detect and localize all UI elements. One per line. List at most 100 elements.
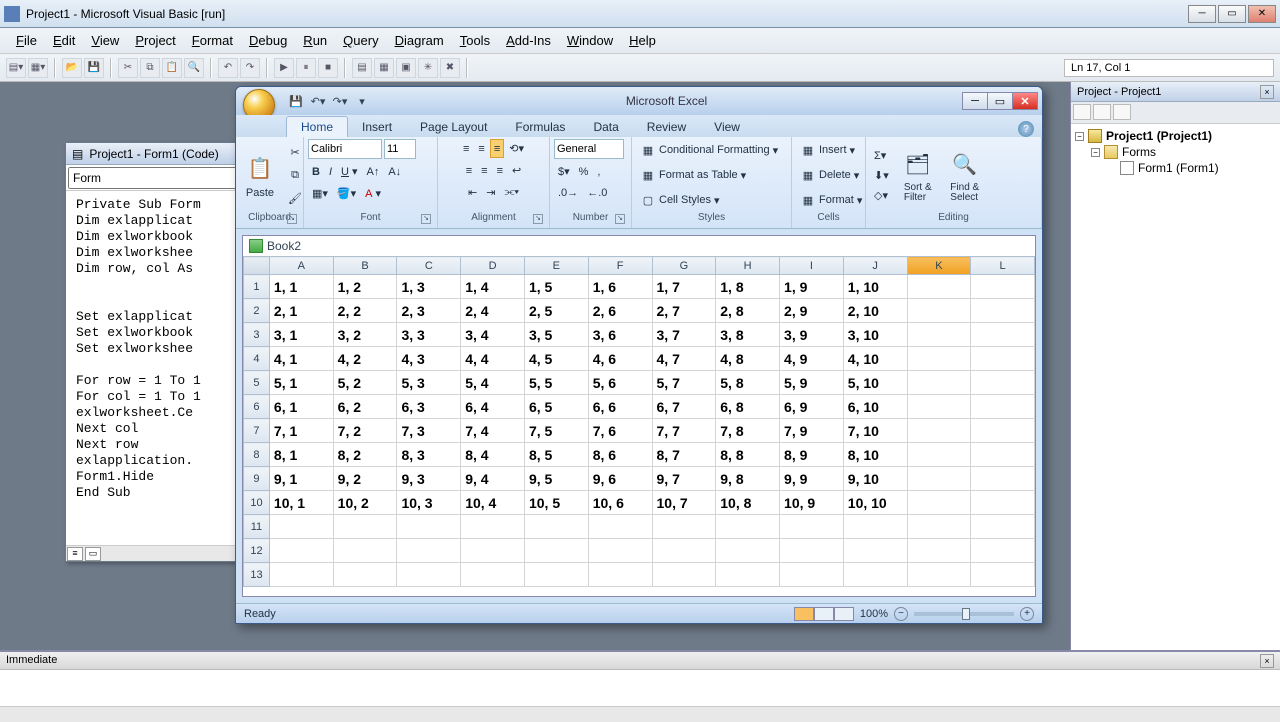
select-all-corner[interactable] (244, 257, 270, 275)
spreadsheet-grid[interactable]: ABCDEFGHIJKL11, 11, 21, 31, 41, 51, 61, … (243, 256, 1035, 596)
tab-review[interactable]: Review (633, 117, 700, 137)
menu-file[interactable]: File (8, 31, 45, 50)
row-header-12[interactable]: 12 (244, 539, 270, 563)
cell-E2[interactable]: 2, 5 (524, 299, 588, 323)
cell-L5[interactable] (971, 371, 1035, 395)
cell-H11[interactable] (716, 515, 780, 539)
cell-A1[interactable]: 1, 1 (269, 275, 333, 299)
qat-undo-button[interactable]: ↶▾ (310, 93, 326, 109)
column-header-L[interactable]: L (971, 257, 1035, 275)
cell-A8[interactable]: 8, 1 (269, 443, 333, 467)
cell-A2[interactable]: 2, 1 (269, 299, 333, 323)
cell-B11[interactable] (333, 515, 397, 539)
percent-button[interactable]: % (575, 162, 593, 181)
cell-B3[interactable]: 3, 2 (333, 323, 397, 347)
cell-B13[interactable] (333, 563, 397, 587)
paste-button[interactable]: 📋 (162, 58, 182, 78)
cell-I8[interactable]: 8, 9 (780, 443, 844, 467)
cell-E13[interactable] (524, 563, 588, 587)
align-bottom-button[interactable]: ≡ (490, 139, 504, 158)
currency-button[interactable]: $▾ (554, 162, 574, 181)
cell-I5[interactable]: 5, 9 (780, 371, 844, 395)
tree-project[interactable]: − Project1 (Project1) (1075, 128, 1276, 144)
cell-B6[interactable]: 6, 2 (333, 395, 397, 419)
row-header-6[interactable]: 6 (244, 395, 270, 419)
cell-B7[interactable]: 7, 2 (333, 419, 397, 443)
cell-K4[interactable] (907, 347, 971, 371)
orientation-button[interactable]: ⟲▾ (505, 139, 528, 158)
cell-L10[interactable] (971, 491, 1035, 515)
project-explorer-button[interactable]: ▤ (352, 58, 372, 78)
tab-formulas[interactable]: Formulas (501, 117, 579, 137)
cell-K1[interactable] (907, 275, 971, 299)
cell-B12[interactable] (333, 539, 397, 563)
cell-F11[interactable] (588, 515, 652, 539)
open-button[interactable]: 📂 (62, 58, 82, 78)
cell-C6[interactable]: 6, 3 (397, 395, 461, 419)
cell-E10[interactable]: 10, 5 (524, 491, 588, 515)
cell-G10[interactable]: 10, 7 (652, 491, 716, 515)
cell-H10[interactable]: 10, 8 (716, 491, 780, 515)
format-as-table-button[interactable]: ▦Format as Table▾ (636, 164, 750, 186)
cell-K9[interactable] (907, 467, 971, 491)
cell-E4[interactable]: 4, 5 (524, 347, 588, 371)
borders-button[interactable]: ▦▾ (308, 184, 332, 203)
cell-L4[interactable] (971, 347, 1035, 371)
cell-D2[interactable]: 2, 4 (461, 299, 525, 323)
cell-J13[interactable] (843, 563, 907, 587)
column-header-B[interactable]: B (333, 257, 397, 275)
menu-window[interactable]: Window (559, 31, 621, 50)
sort-filter-button[interactable]: 🗂 Sort & Filter (896, 143, 940, 209)
cell-E9[interactable]: 9, 5 (524, 467, 588, 491)
font-name-combo[interactable] (308, 139, 382, 159)
cell-C10[interactable]: 10, 3 (397, 491, 461, 515)
grow-font-button[interactable]: A↑ (363, 162, 384, 181)
cell-C7[interactable]: 7, 3 (397, 419, 461, 443)
merge-button[interactable]: ⫘▾ (500, 183, 523, 202)
cell-H6[interactable]: 6, 8 (716, 395, 780, 419)
cell-D10[interactable]: 10, 4 (461, 491, 525, 515)
cell-K10[interactable] (907, 491, 971, 515)
italic-button[interactable]: I (325, 162, 336, 181)
conditional-formatting-button[interactable]: ▦Conditional Formatting▾ (636, 139, 782, 161)
stop-button[interactable]: ■ (318, 58, 338, 78)
add-form-button[interactable]: ▤▾ (6, 58, 26, 78)
menu-format[interactable]: Format (184, 31, 241, 50)
cell-K7[interactable] (907, 419, 971, 443)
increase-decimal-button[interactable]: .0→ (554, 184, 582, 202)
cell-B8[interactable]: 8, 2 (333, 443, 397, 467)
cell-G2[interactable]: 2, 7 (652, 299, 716, 323)
cell-F6[interactable]: 6, 6 (588, 395, 652, 419)
row-header-4[interactable]: 4 (244, 347, 270, 371)
row-header-11[interactable]: 11 (244, 515, 270, 539)
project-panel-close[interactable]: × (1260, 85, 1274, 99)
cell-I6[interactable]: 6, 9 (780, 395, 844, 419)
cell-L8[interactable] (971, 443, 1035, 467)
cell-A13[interactable] (269, 563, 333, 587)
cut-button[interactable]: ✂ (118, 58, 138, 78)
full-view-button[interactable]: ≡ (67, 547, 83, 561)
cell-H12[interactable] (716, 539, 780, 563)
cell-K3[interactable] (907, 323, 971, 347)
cell-J2[interactable]: 2, 10 (843, 299, 907, 323)
cell-G13[interactable] (652, 563, 716, 587)
clipboard-dialog-launcher[interactable]: ↘ (287, 214, 297, 224)
cell-A10[interactable]: 10, 1 (269, 491, 333, 515)
undo-button[interactable]: ↶ (218, 58, 238, 78)
run-button[interactable]: ▶ (274, 58, 294, 78)
help-button[interactable]: ? (1018, 121, 1034, 137)
cell-L11[interactable] (971, 515, 1035, 539)
cell-K12[interactable] (907, 539, 971, 563)
cell-K13[interactable] (907, 563, 971, 587)
comma-button[interactable]: , (593, 162, 604, 181)
decrease-decimal-button[interactable]: ←.0 (583, 184, 611, 202)
tab-page-layout[interactable]: Page Layout (406, 117, 501, 137)
cell-K2[interactable] (907, 299, 971, 323)
toolbox-button[interactable]: ✳ (418, 58, 438, 78)
cell-B5[interactable]: 5, 2 (333, 371, 397, 395)
cell-A5[interactable]: 5, 1 (269, 371, 333, 395)
immediate-close[interactable]: × (1260, 654, 1274, 668)
zoom-out-button[interactable]: − (894, 607, 908, 621)
column-header-A[interactable]: A (269, 257, 333, 275)
cell-D7[interactable]: 7, 4 (461, 419, 525, 443)
